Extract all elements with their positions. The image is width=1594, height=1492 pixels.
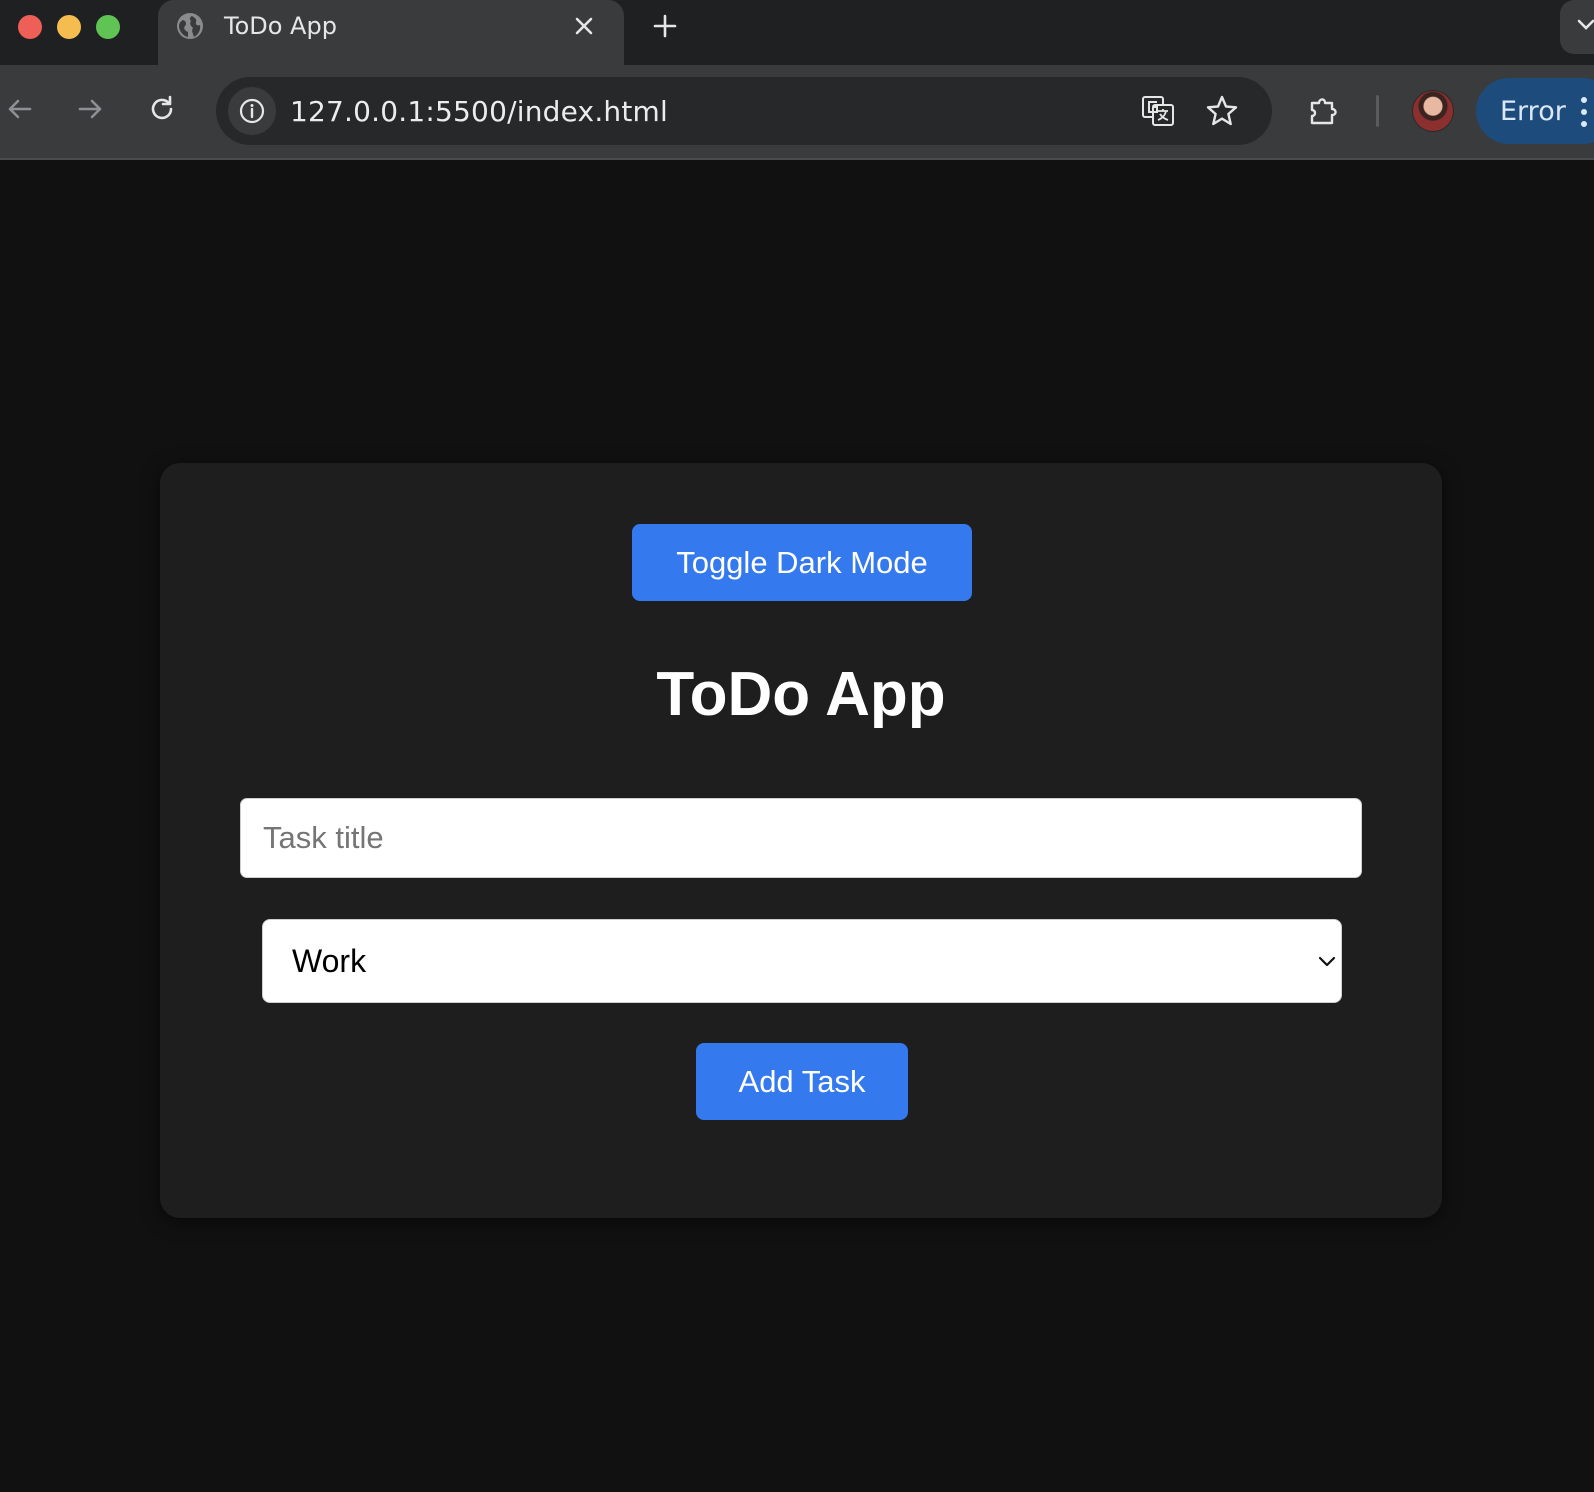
- arrow-left-icon[interactable]: [4, 93, 36, 125]
- close-icon[interactable]: [570, 12, 598, 40]
- error-label: Error: [1500, 96, 1566, 127]
- puzzle-icon[interactable]: [1306, 93, 1342, 129]
- add-task-button[interactable]: Add Task: [696, 1043, 908, 1120]
- profile-avatar[interactable]: [1412, 90, 1454, 132]
- info-icon: [239, 98, 265, 124]
- kebab-menu-icon[interactable]: [1580, 96, 1588, 128]
- category-select[interactable]: Work: [262, 919, 1342, 1003]
- profile-error-button[interactable]: Error: [1476, 78, 1594, 144]
- browser-tab-strip: ToDo App: [0, 0, 1594, 65]
- chevron-down-icon: [1577, 19, 1594, 30]
- star-icon[interactable]: [1204, 93, 1240, 129]
- toggle-dark-mode-button[interactable]: Toggle Dark Mode: [632, 524, 972, 601]
- reload-icon[interactable]: [146, 93, 178, 125]
- category-selected-value: Work: [292, 943, 367, 979]
- globe-icon: [177, 13, 203, 39]
- window-maximize-button[interactable]: [96, 15, 120, 39]
- browser-tab[interactable]: ToDo App: [158, 0, 624, 65]
- browser-toolbar: 127.0.0.1:5500/index.html Error: [0, 65, 1594, 160]
- todo-card: Toggle Dark Mode ToDo App Work Add Task: [160, 463, 1442, 1218]
- tab-search-button[interactable]: [1560, 0, 1594, 54]
- window-minimize-button[interactable]: [57, 15, 81, 39]
- page-title: ToDo App: [656, 660, 946, 729]
- tab-title: ToDo App: [224, 12, 337, 40]
- site-info-button[interactable]: [228, 87, 276, 135]
- task-title-input[interactable]: [240, 798, 1362, 878]
- chevron-down-icon: [1318, 956, 1336, 967]
- address-bar[interactable]: 127.0.0.1:5500/index.html: [216, 77, 1272, 145]
- translate-icon[interactable]: [1140, 93, 1176, 129]
- toolbar-divider: [1376, 95, 1379, 127]
- plus-icon[interactable]: [651, 12, 679, 40]
- window-close-button[interactable]: [18, 15, 42, 39]
- url-text[interactable]: 127.0.0.1:5500/index.html: [290, 95, 668, 128]
- arrow-right-icon[interactable]: [74, 93, 106, 125]
